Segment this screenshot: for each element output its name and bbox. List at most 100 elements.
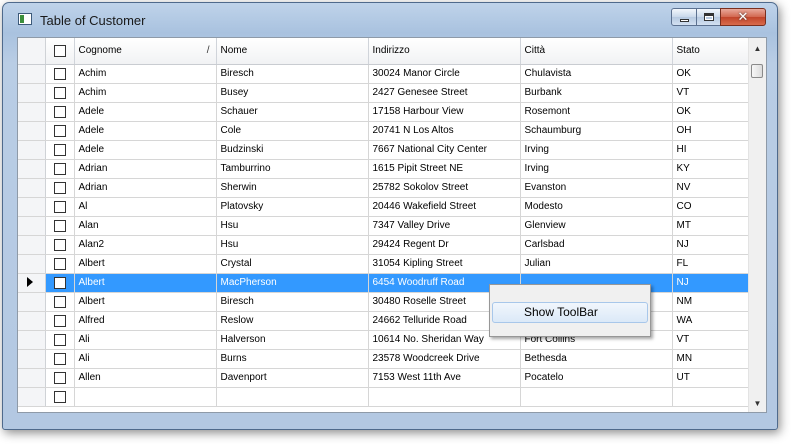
row-checkbox-cell[interactable] [45,140,75,160]
row-checkbox[interactable] [53,352,66,365]
cell-stato[interactable]: NM [672,292,751,312]
cell-nome[interactable]: Halverson [216,330,369,350]
cell-cognome[interactable]: Alan2 [74,235,217,255]
cell-stato[interactable]: NV [672,178,751,198]
cell-citta[interactable] [520,387,673,407]
cell-cognome[interactable]: Allen [74,368,217,388]
cell-citta[interactable]: Burbank [520,83,673,103]
table-row[interactable]: Adrian Tamburrino 1615 Pipit Street NE Irvi… [18,159,751,179]
cell-citta[interactable]: Glenview [520,216,673,236]
column-header-nome[interactable]: Nome [216,38,369,65]
table-row[interactable]: Alan2 Hsu 29424 Regent Dr Carlsbad NJ [18,235,751,255]
row-checkbox[interactable] [53,105,66,118]
cell-citta[interactable]: Carlsbad [520,235,673,255]
cell-cognome[interactable]: Achim [74,64,217,84]
row-checkbox-cell[interactable] [45,102,75,122]
title-bar[interactable]: Table of Customer ✕ [3,3,777,33]
cell-cognome[interactable]: Achim [74,83,217,103]
row-checkbox[interactable] [53,200,66,213]
table-row[interactable]: Al Platovsky 20446 Wakefield Street Modesto… [18,197,751,217]
cell-citta[interactable]: Bethesda [520,349,673,369]
cell-citta[interactable]: Schaumburg [520,121,673,141]
cell-nome[interactable]: Biresch [216,64,369,84]
cell-cognome[interactable]: Adele [74,140,217,160]
table-row[interactable]: Adrian Sherwin 25782 Sokolov Street Evansto… [18,178,751,198]
row-header[interactable] [18,235,46,255]
cell-indirizzo[interactable]: 30024 Manor Circle [368,64,521,84]
cell-citta[interactable]: Irving [520,140,673,160]
cell-cognome[interactable]: Adrian [74,159,217,179]
row-header[interactable] [18,64,46,84]
row-checkbox-cell[interactable] [45,254,75,274]
row-header[interactable] [18,102,46,122]
cell-stato[interactable] [672,387,751,407]
cell-indirizzo[interactable]: 20446 Wakefield Street [368,197,521,217]
row-checkbox-cell[interactable] [45,64,75,84]
cell-nome[interactable]: Davenport [216,368,369,388]
table-row[interactable]: Allen Davenport 7153 West 11th Ave Pocatelo… [18,368,751,388]
cell-nome[interactable]: Busey [216,83,369,103]
row-checkbox-cell[interactable] [45,349,75,369]
cell-indirizzo[interactable]: 7153 West 11th Ave [368,368,521,388]
close-button[interactable]: ✕ [720,8,766,26]
scroll-thumb[interactable] [751,64,763,78]
cell-stato[interactable]: CO [672,197,751,217]
row-checkbox[interactable] [53,162,66,175]
row-header[interactable] [18,216,46,236]
row-header[interactable] [18,330,46,350]
row-header[interactable] [18,273,46,293]
cell-cognome[interactable]: Alan [74,216,217,236]
table-row[interactable]: Ali Burns 23578 Woodcreek Drive Bethesda MN [18,349,751,369]
cell-stato[interactable]: WA [672,311,751,331]
cell-stato[interactable]: VT [672,83,751,103]
table-row[interactable]: Achim Busey 2427 Genesee Street Burbank VT [18,83,751,103]
table-row[interactable]: Achim Biresch 30024 Manor Circle Chulavista… [18,64,751,84]
cell-indirizzo[interactable]: 20741 N Los Altos [368,121,521,141]
cell-nome[interactable]: Biresch [216,292,369,312]
cell-stato[interactable]: MT [672,216,751,236]
menu-item-show-toolbar[interactable]: Show ToolBar [492,302,648,323]
cell-indirizzo[interactable]: 7667 National City Center [368,140,521,160]
cell-stato[interactable]: NJ [672,235,751,255]
cell-nome[interactable]: Hsu [216,216,369,236]
cell-cognome[interactable]: Albert [74,254,217,274]
cell-citta[interactable]: Rosemont [520,102,673,122]
cell-indirizzo[interactable]: 2427 Genesee Street [368,83,521,103]
cell-nome[interactable]: Budzinski [216,140,369,160]
cell-indirizzo[interactable]: 1615 Pipit Street NE [368,159,521,179]
cell-citta[interactable]: Modesto [520,197,673,217]
row-header[interactable] [18,159,46,179]
row-checkbox-cell[interactable] [45,292,75,312]
row-header[interactable] [18,178,46,198]
row-checkbox-cell[interactable] [45,197,75,217]
row-header[interactable] [18,368,46,388]
cell-stato[interactable]: HI [672,140,751,160]
cell-cognome[interactable]: Ali [74,349,217,369]
cell-cognome[interactable]: Al [74,197,217,217]
cell-cognome[interactable]: Adele [74,102,217,122]
cell-cognome[interactable]: Albert [74,292,217,312]
cell-nome[interactable]: Tamburrino [216,159,369,179]
cell-cognome[interactable] [74,387,217,407]
row-checkbox-cell[interactable] [45,216,75,236]
column-header-citta[interactable]: Città [520,38,673,65]
row-header[interactable] [18,121,46,141]
row-checkbox[interactable] [53,67,66,80]
row-checkbox[interactable] [53,238,66,251]
cell-nome[interactable]: MacPherson [216,273,369,293]
cell-nome[interactable]: Platovsky [216,197,369,217]
cell-stato[interactable]: NJ [672,273,751,293]
cell-stato[interactable]: KY [672,159,751,179]
row-checkbox[interactable] [53,314,66,327]
cell-nome[interactable]: Cole [216,121,369,141]
cell-citta[interactable]: Irving [520,159,673,179]
column-header-indirizzo[interactable]: Indirizzo [368,38,521,65]
row-checkbox[interactable] [53,371,66,384]
row-checkbox-cell[interactable] [45,368,75,388]
cell-cognome[interactable]: Adele [74,121,217,141]
row-checkbox[interactable] [53,333,66,346]
row-checkbox-cell[interactable] [45,330,75,350]
row-header[interactable] [18,140,46,160]
cell-nome[interactable]: Schauer [216,102,369,122]
cell-indirizzo[interactable]: 7347 Valley Drive [368,216,521,236]
